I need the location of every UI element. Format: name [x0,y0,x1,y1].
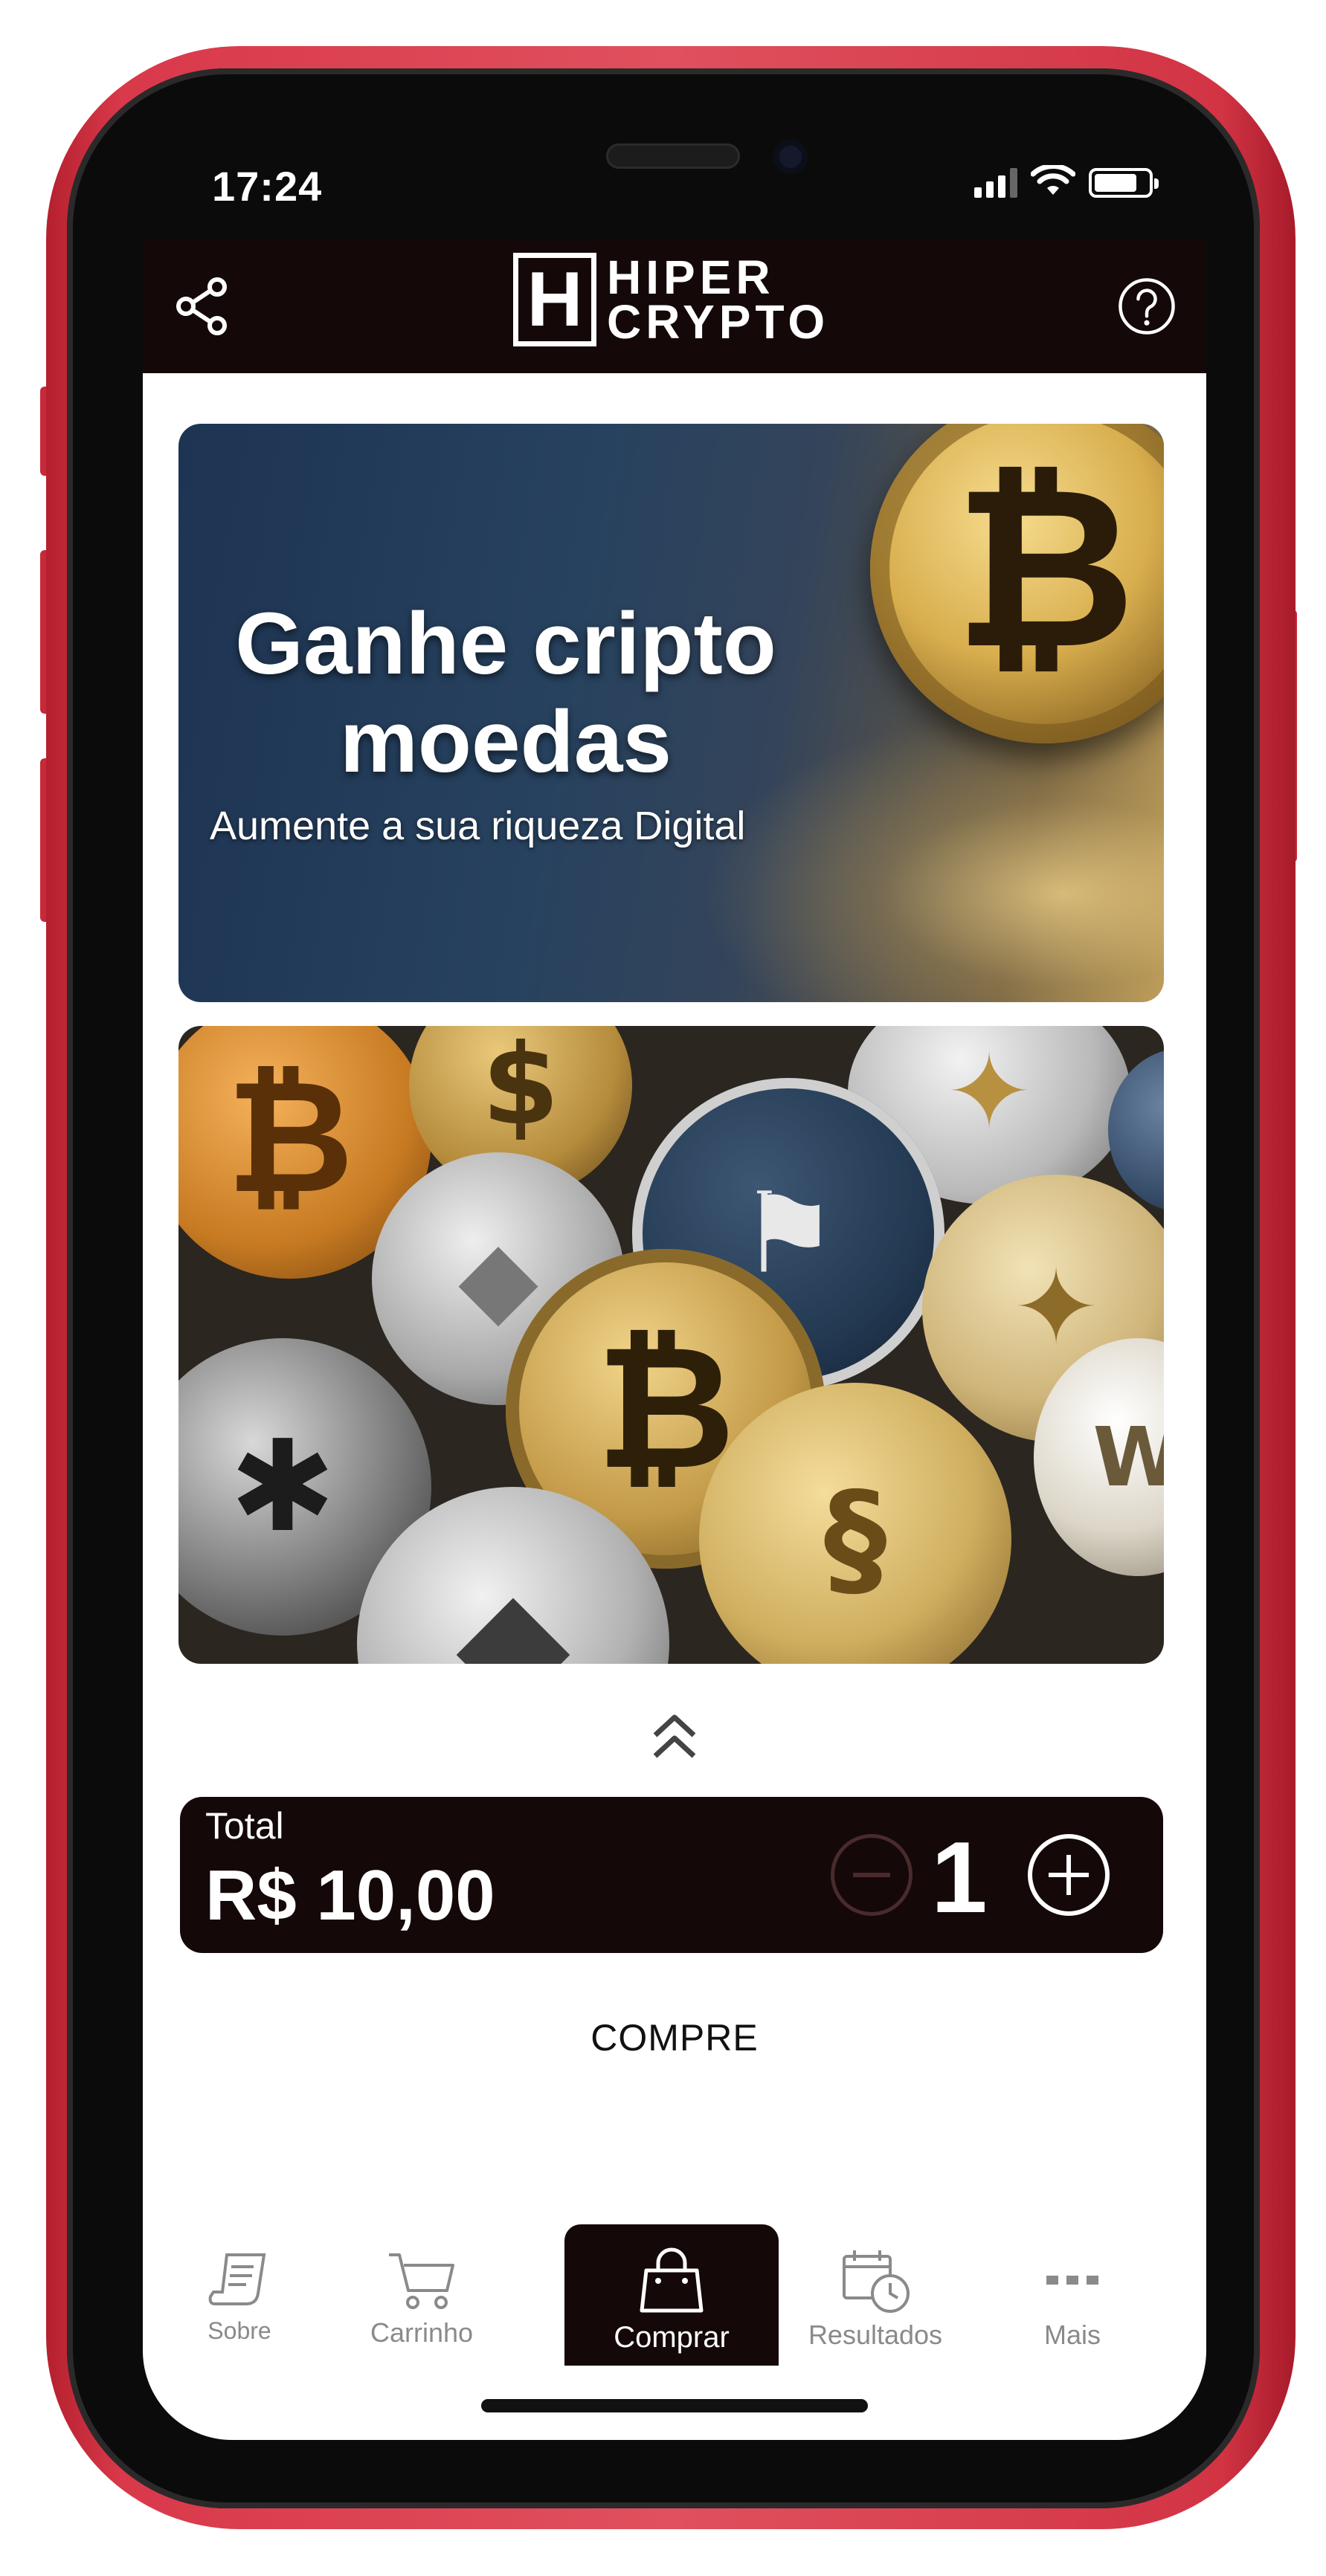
tab-label: Comprar [614,2321,730,2354]
chevron-up-icon[interactable] [645,1711,704,1763]
tab-label: Resultados [808,2320,943,2350]
banner-subtitle: Aumente a sua riqueza Digital [210,804,746,848]
earpiece-speaker [606,143,740,169]
total-value: R$ 10,00 [205,1856,495,1935]
tab-label: Sobre [207,2317,271,2344]
logo-mark: H [513,253,596,346]
quantity-value: 1 [931,1821,988,1934]
status-icons [974,165,1159,198]
app-logo: H HIPER CRYPTO [513,253,829,346]
receipt-icon [208,2253,266,2305]
decrease-quantity-button[interactable] [831,1834,913,1916]
tab-resultados[interactable]: Resultados [779,2243,972,2392]
device-mockup: 17:24 H HIPER CRYPTO ₿ Ganhe cripto moed… [0,0,1326,2576]
battery-icon [1089,168,1159,198]
wifi-icon [1031,165,1075,195]
front-camera [773,140,808,174]
app-header: H HIPER CRYPTO [143,239,1206,373]
crypto-coins-image: ₿ $ ✦ ⚑ ◆ ₿ ✱ ◆ § ✦ W [178,1026,1164,1664]
tab-label: Carrinho [370,2317,474,2348]
banner-title-line-2: moedas [340,693,672,791]
banner-title: Ganhe cripto moedas [208,595,803,791]
tab-carrinho[interactable]: Carrinho [325,2243,518,2392]
more-dots-icon [1046,2276,1098,2285]
tab-comprar[interactable]: Comprar [564,2224,779,2366]
banner-title-line-1: Ganhe cripto [235,595,776,693]
home-indicator [481,2399,868,2412]
promo-banner[interactable]: ₿ Ganhe cripto moedas Aumente a sua riqu… [178,424,1164,1002]
cellular-signal-icon [974,168,1017,198]
tab-label: Mais [1043,2320,1101,2350]
logo-wordmark: HIPER CRYPTO [607,251,830,349]
cart-icon [389,2253,454,2309]
buy-button[interactable]: COMPRE [143,2016,1206,2059]
share-icon[interactable] [173,277,232,336]
logo-line-1: HIPER [607,251,775,304]
tab-mais[interactable]: Mais [983,2243,1162,2392]
tab-sobre[interactable]: Sobre [143,2243,336,2392]
total-label: Total [205,1805,284,1847]
shopping-bag-icon [640,2247,704,2313]
bitcoin-coin-image: ₿ [870,424,1164,743]
logo-line-2: CRYPTO [607,295,830,349]
increase-quantity-button[interactable] [1028,1834,1110,1916]
calendar-clock-icon [843,2250,910,2313]
app-screen: H HIPER CRYPTO ₿ Ganhe cripto moedas Aum… [143,239,1206,2440]
help-icon[interactable] [1117,277,1177,336]
order-total-bar: Total R$ 10,00 1 [180,1797,1163,1953]
status-time: 17:24 [212,163,323,210]
